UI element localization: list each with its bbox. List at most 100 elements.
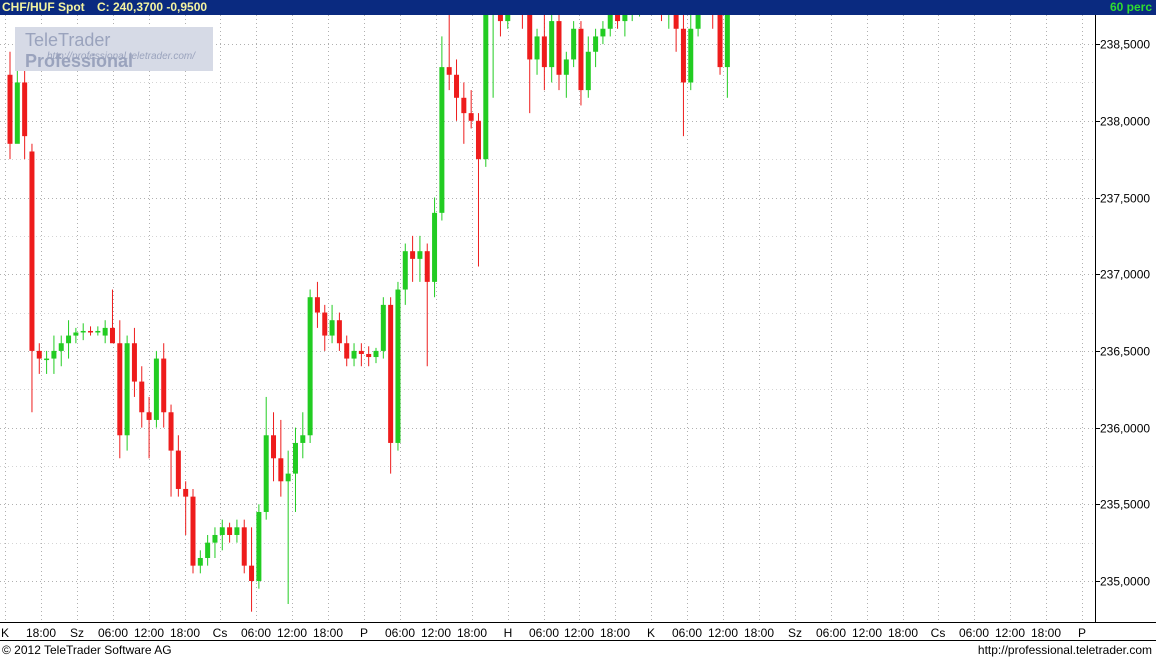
candle — [263, 396, 269, 520]
time-tick-label: 18:00 — [744, 626, 774, 640]
candle-body — [58, 343, 64, 351]
candle-body — [212, 534, 218, 543]
candle-body — [95, 330, 101, 333]
candle-body — [307, 297, 313, 436]
candle-body — [278, 458, 284, 482]
candle-body — [402, 251, 408, 290]
candle-body — [366, 353, 372, 358]
time-tick-label: P — [1078, 626, 1086, 640]
logo-brand-light: TeleTrader — [25, 30, 111, 50]
footer-url[interactable]: http://professional.teletrader.com — [978, 643, 1152, 657]
candle — [161, 343, 167, 428]
candle — [51, 335, 57, 374]
candle-body — [454, 74, 460, 98]
time-axis[interactable]: K 18:00 Sz 06:00 12:00 18:00 Cs 06:00 12:00 18:00… — [0, 622, 1156, 640]
candle-body — [183, 488, 189, 497]
candle-body — [322, 312, 328, 336]
candle-body — [571, 28, 577, 60]
candle — [44, 350, 50, 374]
candle-body — [51, 350, 57, 359]
candle — [139, 366, 145, 428]
candle — [212, 527, 218, 558]
candle-body — [607, 0, 613, 29]
candle-body — [146, 412, 152, 420]
candle-body — [300, 435, 306, 443]
candle — [578, 21, 584, 106]
candle-body — [615, 0, 621, 22]
candle-body — [505, 0, 511, 22]
candle-body — [534, 36, 540, 60]
copyright-text: © 2012 TeleTrader Software AG — [2, 643, 172, 657]
candle — [66, 320, 72, 359]
candle — [607, 0, 613, 37]
time-tick-label: 12:00 — [564, 626, 594, 640]
candle — [366, 346, 372, 367]
candle-body — [549, 21, 555, 68]
price-tick-label: 237,5000 — [1100, 192, 1150, 206]
candle-body — [292, 442, 298, 474]
candle-body — [600, 28, 606, 37]
candle — [593, 28, 599, 68]
candle — [58, 335, 64, 367]
period-label[interactable]: 60 perc — [1110, 0, 1152, 15]
candle-body — [249, 565, 255, 581]
candle-body — [66, 335, 72, 344]
candle — [505, 0, 511, 29]
time-tick-label: K — [1, 626, 9, 640]
time-tick-label: 06:00 — [959, 626, 989, 640]
candle — [446, 5, 452, 91]
candle — [461, 82, 467, 144]
time-tick-label: 12:00 — [277, 626, 307, 640]
price-tick-label: 236,0000 — [1100, 422, 1150, 436]
candle-body — [234, 527, 240, 535]
time-axis-svg: K 18:00 Sz 06:00 12:00 18:00 Cs 06:00 12:00 18:00… — [1, 626, 1086, 640]
candle — [600, 21, 606, 45]
candle-body — [175, 450, 181, 489]
close-price-label: C: 240,3700 -0,9500 — [97, 0, 208, 14]
candle — [205, 534, 211, 566]
candle — [307, 289, 313, 443]
candle-body — [285, 473, 291, 482]
candle — [534, 28, 540, 75]
chart-svg — [0, 0, 1095, 622]
chart-header: CHF/HUF Spot C: 240,3700 -0,9500 60 perc — [0, 0, 1156, 15]
time-tick-label: 12:00 — [852, 626, 882, 640]
candle-body — [73, 332, 79, 336]
candle-body — [695, 0, 701, 29]
candle — [29, 143, 35, 413]
time-tick-label: 18:00 — [457, 626, 487, 640]
candle-body — [7, 74, 13, 144]
candle — [615, 0, 621, 29]
time-tick-label: 18:00 — [600, 626, 630, 640]
candle — [109, 289, 115, 344]
candle-body — [124, 343, 130, 436]
candle-body — [14, 82, 20, 144]
time-tick-label: 12:00 — [421, 626, 451, 640]
candle — [227, 522, 233, 543]
candle-body — [358, 350, 364, 354]
candle — [95, 326, 101, 336]
candle — [439, 36, 445, 221]
time-tick-label: Cs — [213, 626, 228, 640]
candle — [629, 5, 635, 22]
candle — [541, 0, 547, 91]
candle-body — [680, 28, 686, 83]
time-tick-label: Cs — [931, 626, 946, 640]
candle-body — [117, 343, 123, 436]
price-axis[interactable]: 235,0000 235,5000 236,0000 236,5000 237,0000… — [1095, 15, 1156, 622]
plot-area[interactable] — [0, 0, 1095, 622]
time-tick-label: Sz — [788, 626, 802, 640]
candle — [336, 312, 342, 351]
candle — [73, 327, 79, 344]
time-tick-label: 06:00 — [98, 626, 128, 640]
candle — [234, 519, 240, 543]
candle-body — [139, 381, 145, 413]
candle-body — [439, 67, 445, 213]
candle-body — [80, 330, 86, 333]
candle-body — [563, 59, 569, 75]
candle-body — [329, 320, 335, 336]
candle — [285, 450, 291, 605]
candle-body — [241, 527, 247, 566]
price-tick-label: 238,5000 — [1100, 38, 1150, 52]
candle — [124, 335, 130, 451]
